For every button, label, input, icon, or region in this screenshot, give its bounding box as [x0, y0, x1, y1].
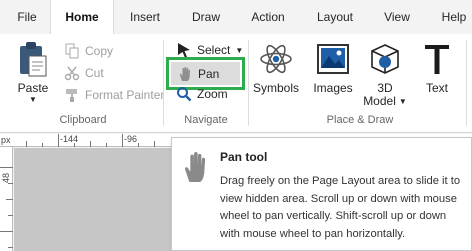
ruler-major-tick: [0, 167, 13, 168]
text-label: Text: [425, 81, 448, 95]
model-label: Model ▼: [363, 95, 407, 108]
ruler-minor-tick: [8, 183, 13, 184]
ruler-tick-label: -96: [124, 134, 138, 144]
vertical-ruler: 48: [0, 147, 13, 251]
ruler-minor-tick: [90, 141, 91, 147]
ruler-minor-tick: [6, 199, 13, 200]
place-draw-group-label: Place & Draw: [326, 114, 394, 126]
zoom-label: Zoom: [197, 87, 228, 101]
pan-tool-tooltip: Pan tool Drag freely on the Page Layout …: [171, 137, 472, 251]
images-button[interactable]: Images: [311, 40, 355, 95]
ruler-minor-tick: [74, 143, 75, 147]
paintbrush-icon: [66, 89, 77, 102]
3d-model-button[interactable]: 3D Model ▼: [361, 40, 409, 108]
scissors-icon: [64, 66, 80, 81]
paste-button[interactable]: Paste ▼: [8, 40, 58, 105]
atom-icon: [258, 40, 294, 78]
format-painter-label: Format Painter: [85, 88, 165, 102]
images-label: Images: [313, 81, 353, 95]
symbols-button[interactable]: Symbols: [252, 40, 300, 95]
picture-icon: [317, 40, 349, 78]
tab-home[interactable]: Home: [50, 0, 114, 34]
copy-button[interactable]: Copy: [64, 41, 113, 61]
chevron-down-icon: ▼: [235, 45, 244, 55]
cube-icon: [368, 40, 402, 78]
cut-button[interactable]: Cut: [64, 63, 104, 83]
chevron-down-icon: ▼: [398, 97, 407, 106]
zoom-button[interactable]: Zoom: [176, 84, 228, 104]
ruler-minor-tick: [138, 143, 139, 147]
ruler-minor-tick: [26, 141, 27, 147]
format-painter-button[interactable]: Format Painter: [64, 85, 164, 105]
tab-insert[interactable]: Insert: [122, 0, 168, 34]
clipboard-group-label: Clipboard: [59, 114, 107, 126]
magnifier-icon: [177, 87, 192, 102]
text-t-icon: [423, 40, 451, 78]
pan-label: Pan: [198, 66, 220, 81]
ruler-minor-tick: [106, 143, 107, 147]
copy-label: Copy: [85, 44, 114, 58]
tab-file[interactable]: File: [8, 0, 46, 34]
ruler-minor-tick: [42, 143, 43, 147]
ruler-tick-label: -144: [60, 134, 79, 144]
clipboard-icon: [16, 40, 50, 78]
cut-label: Cut: [85, 66, 104, 80]
tab-draw[interactable]: Draw: [186, 0, 226, 34]
ruler-major-tick: [122, 134, 123, 147]
ribbon: Paste ▼ Copy Cut Format Painter Clipboar…: [0, 34, 472, 133]
hand-icon: [185, 152, 206, 182]
paste-label: Paste: [17, 81, 49, 95]
ruler-unit: px: [1, 135, 11, 145]
tab-help[interactable]: Help: [436, 0, 472, 34]
pan-button[interactable]: Pan: [171, 62, 240, 85]
tooltip-title: Pan tool: [220, 150, 268, 164]
group-divider: [466, 40, 467, 126]
symbols-label: Symbols: [252, 81, 299, 95]
ruler-minor-tick: [154, 141, 155, 147]
text-button[interactable]: Text: [418, 40, 456, 95]
tab-action[interactable]: Action: [246, 0, 290, 34]
ruler-major-tick: [58, 134, 59, 147]
pointer-arrow-icon: [178, 43, 190, 58]
tab-layout[interactable]: Layout: [312, 0, 358, 34]
navigate-group-label: Navigate: [184, 114, 228, 126]
select-label: Select: [197, 43, 231, 57]
copy-icon: [65, 43, 79, 59]
chevron-down-icon: ▼: [29, 95, 37, 104]
hand-icon: [179, 66, 190, 81]
group-divider: [163, 40, 164, 126]
model-text: Model: [363, 94, 396, 108]
ruler-major-tick: [0, 231, 13, 232]
tooltip-description: Drag freely on the Page Layout area to s…: [220, 175, 461, 240]
menu-tab-bar: File Home Insert Draw Action Layout View…: [0, 0, 472, 34]
ruler-minor-tick: [8, 215, 13, 216]
group-divider: [248, 40, 249, 126]
tab-view[interactable]: View: [380, 0, 414, 34]
ruler-minor-tick: [8, 247, 13, 248]
